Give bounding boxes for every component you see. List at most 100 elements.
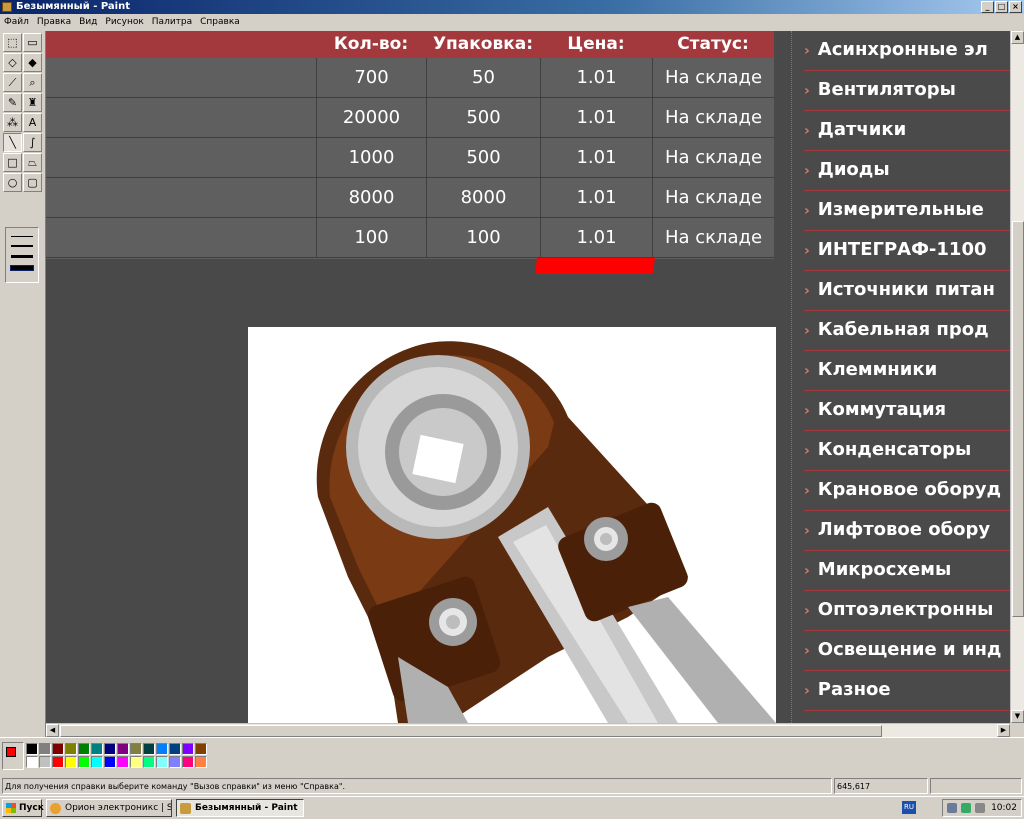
horizontal-scroll-thumb[interactable]: [60, 725, 882, 737]
volume-icon[interactable]: [975, 803, 985, 813]
color-swatch[interactable]: [91, 743, 103, 755]
color-swatch[interactable]: [52, 756, 64, 768]
curve-icon[interactable]: ∫: [23, 133, 42, 152]
vertical-scroll-thumb[interactable]: [1012, 221, 1024, 617]
color-swatch[interactable]: [130, 743, 142, 755]
polygon-icon[interactable]: ⏢: [23, 153, 42, 172]
color-swatch[interactable]: [39, 756, 51, 768]
window-title: Безымянный - Paint: [16, 1, 130, 12]
taskbar: Пуск Орион электроникс | S... Безымянный…: [0, 796, 1024, 819]
menu-edit[interactable]: Правка: [33, 14, 75, 30]
menu-file[interactable]: Файл: [0, 14, 33, 30]
line-width-options[interactable]: [5, 227, 39, 283]
line-width-1[interactable]: [11, 236, 33, 237]
minimize-button[interactable]: _: [981, 1, 994, 13]
category-item: › Конденсаторы: [804, 431, 1010, 471]
language-indicator[interactable]: RU: [902, 801, 916, 814]
table-header: Кол-во: Упаковка: Цена: Статус:: [46, 31, 774, 58]
rect-select-icon[interactable]: ▭: [23, 33, 42, 52]
chevron-right-icon: ›: [804, 203, 810, 219]
color-swatch[interactable]: [26, 743, 38, 755]
color-swatch[interactable]: [65, 756, 77, 768]
rounded-rect-icon[interactable]: ▢: [23, 173, 42, 192]
keyboard-icon[interactable]: [947, 803, 957, 813]
menu-palette[interactable]: Палитра: [148, 14, 196, 30]
chevron-right-icon: ›: [804, 243, 810, 259]
text-icon[interactable]: A: [23, 113, 42, 132]
color-swatch[interactable]: [130, 756, 142, 768]
color-swatch[interactable]: [104, 756, 116, 768]
pencil-icon[interactable]: ✎: [3, 93, 22, 112]
line-icon[interactable]: ╲: [3, 133, 22, 152]
vertical-scrollbar[interactable]: ▲ ▼: [1010, 31, 1024, 723]
color-swatch[interactable]: [78, 743, 90, 755]
scroll-up-arrow-icon[interactable]: ▲: [1011, 31, 1024, 44]
current-colors[interactable]: [2, 742, 24, 770]
category-item: › Кабельная прод: [804, 311, 1010, 351]
horizontal-scrollbar[interactable]: ◀ ▶: [46, 723, 1010, 737]
color-swatch[interactable]: [182, 756, 194, 768]
color-swatch[interactable]: [65, 743, 77, 755]
color-swatch[interactable]: [78, 756, 90, 768]
header-status: Статус:: [677, 34, 749, 54]
ellipse-icon[interactable]: ○: [3, 173, 22, 192]
color-swatch[interactable]: [143, 756, 155, 768]
title-bar[interactable]: Безымянный - Paint _ □ ×: [0, 0, 1024, 14]
line-width-4[interactable]: [10, 265, 34, 271]
color-swatch[interactable]: [195, 743, 207, 755]
color-swatch[interactable]: [156, 743, 168, 755]
task-browser[interactable]: Орион электроникс | S...: [46, 799, 172, 817]
task-paint[interactable]: Безымянный - Paint: [176, 799, 304, 817]
table-cell: 100: [316, 218, 426, 258]
maximize-button[interactable]: □: [995, 1, 1008, 13]
paint-canvas[interactable]: Кол-во: Упаковка: Цена: Статус: 700 50 1.0…: [46, 31, 1010, 723]
system-tray: 10:02: [942, 799, 1022, 817]
table-cell: 1.01: [540, 178, 652, 218]
header-pack: Упаковка:: [432, 34, 534, 54]
close-button[interactable]: ×: [1009, 1, 1022, 13]
clock[interactable]: 10:02: [991, 800, 1017, 816]
header-price: Цена:: [567, 34, 625, 54]
airbrush-icon[interactable]: ⁂: [3, 113, 22, 132]
free-select-icon[interactable]: ⬚: [3, 33, 22, 52]
line-width-3[interactable]: [11, 255, 33, 258]
category-item: › Крановое оборуд: [804, 471, 1010, 511]
category-item: › Датчики: [804, 111, 1010, 151]
menu-view[interactable]: Вид: [75, 14, 101, 30]
color-palette: [0, 737, 1024, 777]
color-swatch[interactable]: [143, 743, 155, 755]
red-highlight-stroke: [535, 258, 655, 274]
color-swatch[interactable]: [182, 743, 194, 755]
color-swatch[interactable]: [52, 743, 64, 755]
color-swatch[interactable]: [195, 756, 207, 768]
toolbox: ⬚ ▭ ◇ ◆ ⟋ ⌕ ✎ ♜ ⁂ A ╲ ∫ □ ⏢ ○ ▢: [0, 31, 46, 737]
menu-image[interactable]: Рисунок: [101, 14, 147, 30]
scroll-left-arrow-icon[interactable]: ◀: [46, 724, 59, 737]
chevron-right-icon: ›: [804, 283, 810, 299]
network-icon[interactable]: [961, 803, 971, 813]
eraser-icon[interactable]: ◇: [3, 53, 22, 72]
chevron-right-icon: ›: [804, 123, 810, 139]
scroll-down-arrow-icon[interactable]: ▼: [1011, 710, 1024, 723]
start-label: Пуск: [19, 803, 44, 813]
color-swatch[interactable]: [104, 743, 116, 755]
menu-help[interactable]: Справка: [196, 14, 244, 30]
color-swatch[interactable]: [39, 743, 51, 755]
color-swatch[interactable]: [26, 756, 38, 768]
color-swatch[interactable]: [117, 743, 129, 755]
rectangle-icon[interactable]: □: [3, 153, 22, 172]
color-swatch[interactable]: [169, 743, 181, 755]
brush-icon[interactable]: ♜: [23, 93, 42, 112]
color-swatch[interactable]: [117, 756, 129, 768]
fill-icon[interactable]: ◆: [23, 53, 42, 72]
foreground-color: [6, 747, 16, 757]
line-width-2[interactable]: [11, 245, 33, 247]
color-swatch[interactable]: [169, 756, 181, 768]
scroll-right-arrow-icon[interactable]: ▶: [997, 724, 1010, 737]
magnifier-icon[interactable]: ⌕: [23, 73, 42, 92]
picker-icon[interactable]: ⟋: [3, 73, 22, 92]
table-cell: 1.01: [540, 98, 652, 138]
color-swatch[interactable]: [156, 756, 168, 768]
color-swatch[interactable]: [91, 756, 103, 768]
start-button[interactable]: Пуск: [2, 799, 44, 817]
